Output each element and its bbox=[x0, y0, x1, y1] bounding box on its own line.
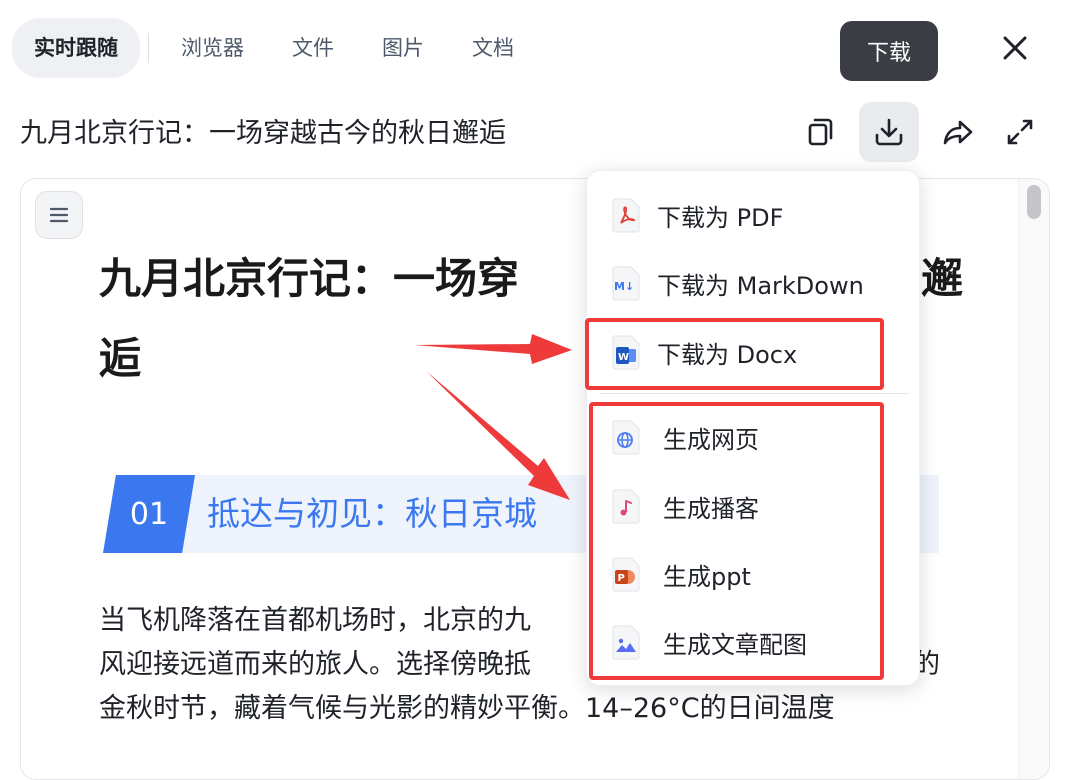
annotation-arrows bbox=[414, 334, 572, 500]
annotation-arrow-generate bbox=[426, 371, 570, 500]
annotation-arrow-docx bbox=[414, 334, 572, 364]
